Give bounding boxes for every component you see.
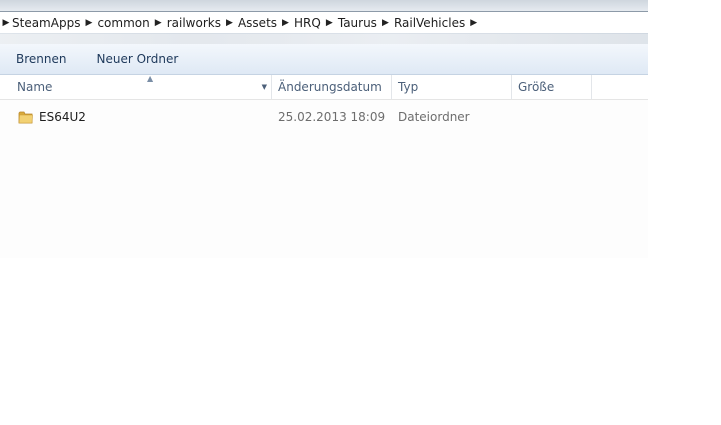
breadcrumb-label: common [97,15,150,30]
breadcrumb-item[interactable]: common ▶ [97,12,166,33]
column-header-row: Name ▲ ▼ Änderungsdatum Typ Größe [0,74,648,100]
file-name: ES64U2 [39,110,86,124]
column-header-label: Typ [398,80,419,94]
breadcrumb-label: SteamApps [12,15,81,30]
chevron-right-icon[interactable]: ▶ [155,12,167,33]
new-folder-button[interactable]: Neuer Ordner [88,49,186,69]
breadcrumb-label: Assets [237,15,278,30]
column-header-date[interactable]: Änderungsdatum [272,75,392,99]
address-bar[interactable]: ▶ SteamApps ▶ common ▶ railworks ▶ Asset… [0,11,648,34]
column-header-name[interactable]: Name ▲ ▼ [10,74,272,99]
breadcrumb-item[interactable]: railworks ▶ [167,12,238,33]
column-header-label: Name [17,80,53,94]
breadcrumb-item[interactable]: Assets ▶ [238,12,294,33]
file-list-row[interactable]: ES64U2 25.02.2013 18:09 Dateiordner [10,106,570,128]
breadcrumb-label: RailVehicles [393,15,466,30]
column-header-size[interactable]: Größe [512,75,592,99]
chevron-down-icon[interactable]: ▼ [262,83,267,91]
sort-ascending-icon: ▲ [147,74,154,83]
breadcrumb-item[interactable]: SteamApps ▶ [12,12,97,33]
file-name-cell[interactable]: ES64U2 [18,106,86,128]
command-bar: Brennen Neuer Ordner [0,44,648,75]
chevron-right-icon[interactable]: ▶ [382,12,394,33]
burn-button[interactable]: Brennen [8,49,74,69]
breadcrumb-item[interactable]: Taurus ▶ [338,12,394,33]
file-type-cell: Dateiordner [398,110,470,124]
chevron-right-icon[interactable]: ▶ [470,12,482,33]
column-header-type[interactable]: Typ [392,75,512,99]
file-date-cell: 25.02.2013 18:09 [278,110,386,124]
breadcrumb-label: HRQ [294,15,321,30]
breadcrumb-item[interactable]: RailVehicles ▶ [394,12,482,33]
column-header-label: Größe [518,80,555,94]
folder-icon [18,110,34,124]
explorer-window: ▶ SteamApps ▶ common ▶ railworks ▶ Asset… [0,0,648,258]
blurred-tab-strip [0,33,648,44]
chevron-right-icon[interactable]: ▶ [226,12,238,33]
breadcrumb-label: Taurus [337,15,377,30]
breadcrumb-label: railworks [166,15,221,30]
breadcrumb-item[interactable]: HRQ ▶ [294,12,338,33]
chevron-right-icon[interactable]: ▶ [0,12,12,33]
window-top-strip [0,0,648,11]
chevron-right-icon[interactable]: ▶ [282,12,294,33]
chevron-right-icon[interactable]: ▶ [85,12,97,33]
column-header-label: Änderungsdatum [278,80,382,94]
chevron-right-icon[interactable]: ▶ [326,12,338,33]
